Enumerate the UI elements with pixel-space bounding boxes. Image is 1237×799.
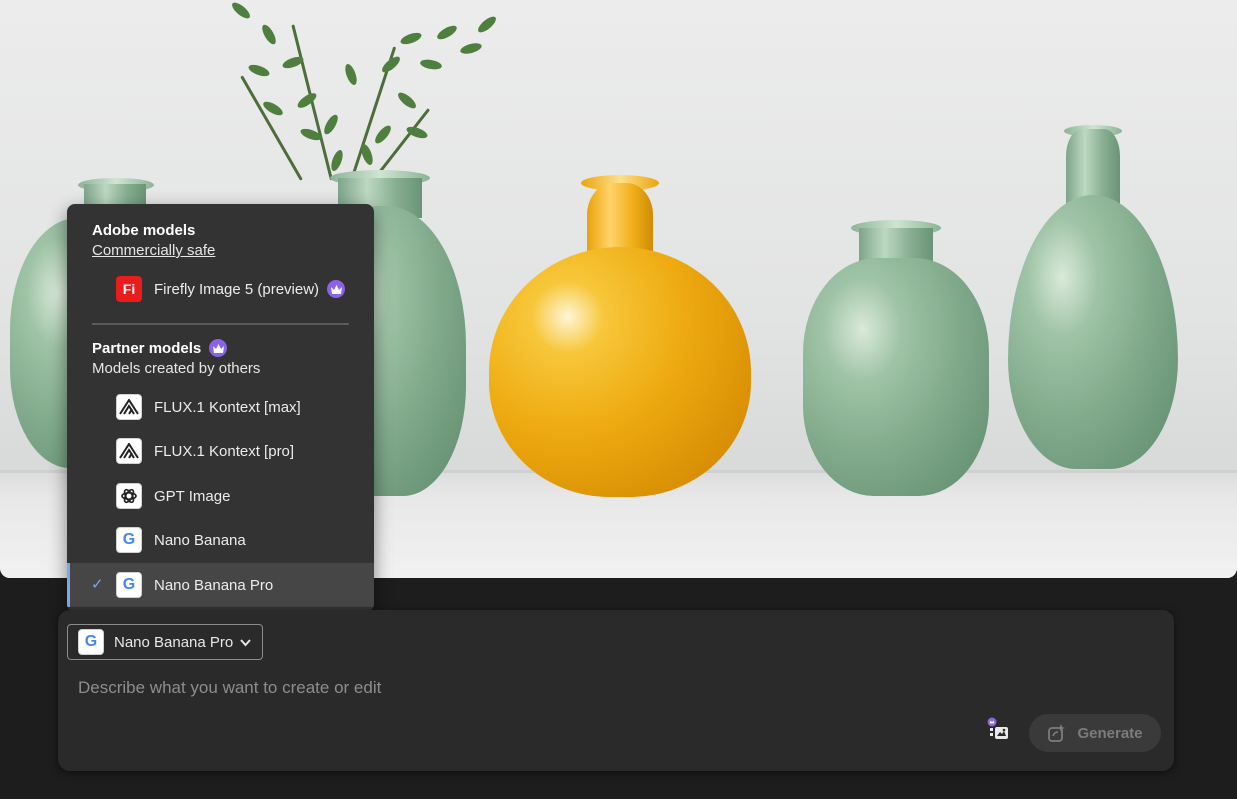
menu-item-flux-kontext-pro[interactable]: FLUX.1 Kontext [pro] bbox=[67, 429, 374, 473]
partner-models-subtitle: Models created by others bbox=[92, 360, 261, 377]
model-dropdown-menu: Adobe models Commercially safe Fi Firefl… bbox=[67, 204, 374, 612]
prompt-panel: G Nano Banana Pro Generate bbox=[58, 610, 1174, 771]
google-g-icon: G bbox=[116, 527, 142, 553]
chevron-down-icon bbox=[239, 636, 252, 653]
checkmark-icon: ✓ bbox=[91, 576, 104, 593]
menu-item-label: FLUX.1 Kontext [pro] bbox=[154, 442, 295, 460]
menu-item-firefly-image-5[interactable]: Fi Firefly Image 5 (preview) bbox=[67, 267, 374, 311]
menu-item-label: Nano Banana Pro bbox=[154, 576, 274, 594]
menu-item-flux-kontext-max[interactable]: FLUX.1 Kontext [max] bbox=[67, 385, 374, 429]
model-picker-dropdown[interactable]: G Nano Banana Pro bbox=[67, 624, 263, 660]
generate-sparkle-icon bbox=[1048, 724, 1066, 742]
menu-item-label: Firefly Image 5 (preview) bbox=[154, 280, 320, 298]
menu-divider bbox=[92, 323, 349, 325]
selected-model-label: Nano Banana Pro bbox=[114, 633, 234, 651]
style-reference-icon bbox=[987, 717, 1008, 739]
flux-icon bbox=[116, 394, 142, 420]
menu-item-label: GPT Image bbox=[154, 487, 231, 505]
menu-item-gpt-image[interactable]: GPT Image bbox=[67, 474, 374, 518]
menu-item-label: Nano Banana bbox=[154, 531, 246, 549]
flux-icon bbox=[116, 438, 142, 464]
vase-green-tall bbox=[1008, 125, 1178, 470]
google-g-icon: G bbox=[116, 572, 142, 598]
generate-label: Generate bbox=[1077, 724, 1143, 742]
adobe-models-heading: Adobe models bbox=[92, 222, 196, 239]
google-g-icon: G bbox=[78, 629, 104, 655]
partner-models-heading: Partner models bbox=[92, 339, 228, 357]
generate-button[interactable]: Generate bbox=[1029, 714, 1161, 752]
menu-item-label: FLUX.1 Kontext [max] bbox=[154, 398, 301, 416]
prompt-input[interactable] bbox=[76, 674, 980, 702]
premium-crown-icon bbox=[327, 280, 346, 298]
style-reference-button[interactable] bbox=[985, 717, 1011, 743]
partner-models-heading-label: Partner models bbox=[92, 339, 202, 357]
vase-yellow bbox=[489, 175, 751, 498]
vase-green-small bbox=[803, 220, 989, 498]
openai-icon bbox=[116, 483, 142, 509]
menu-item-nano-banana[interactable]: G Nano Banana bbox=[67, 518, 374, 562]
premium-crown-icon bbox=[209, 339, 228, 357]
firefly-fi-icon: Fi bbox=[116, 276, 142, 302]
menu-item-nano-banana-pro[interactable]: ✓ G Nano Banana Pro bbox=[67, 563, 374, 607]
commercially-safe-link[interactable]: Commercially safe bbox=[92, 242, 215, 259]
